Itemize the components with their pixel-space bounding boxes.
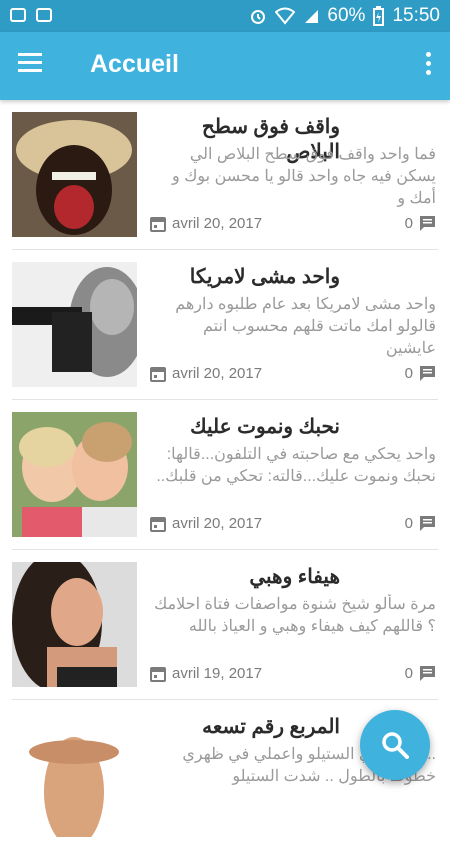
comment-icon [420,366,435,381]
calendar-icon [150,366,166,382]
post-card[interactable]: هيفاء وهبي مرة سألو شيخ شنوة مواصفات فتا… [0,550,450,700]
post-title: واحد مشى لامريكا [189,266,340,288]
clock: 15:50 [392,5,440,26]
comment-icon [420,516,435,531]
search-fab-button[interactable] [360,710,430,780]
post-thumbnail [12,562,137,687]
calendar-icon [150,666,166,682]
post-meta: avril 20, 2017 0 [150,363,436,387]
post-excerpt: فما واحد واقف فوق سطح البلاص الي يسكن في… [172,146,436,207]
search-icon [382,732,409,759]
signal-icon [305,10,319,23]
post-card[interactable]: واقف فوق سطح البلاص فما واحد واقف فوق سط… [0,100,450,250]
comment-icon [420,666,435,681]
notification-camera-icon [36,8,52,22]
calendar-icon [150,516,166,532]
post-date: avril 19, 2017 [172,665,263,682]
post-excerpt: مرة سألو شيخ شنوة مواصفات فتاة احلامك ؟ … [154,596,436,635]
notification-camera-icon [10,8,26,22]
post-meta: avril 20, 2017 0 [150,213,436,237]
post-card[interactable]: نحبك ونموت عليك واحد يحكي مع صاحبته في ا… [0,400,450,550]
battery-percent: 60% [327,5,366,26]
hamburger-menu-icon[interactable] [18,53,44,75]
wifi-icon [275,7,296,25]
page-title: Accueil [90,50,179,78]
comment-count: 0 [404,215,413,232]
post-thumbnail [12,112,137,237]
post-title: هيفاء وهبي [249,566,340,588]
post-date: avril 20, 2017 [172,215,263,232]
post-meta: avril 20, 2017 0 [150,513,436,537]
comment-count: 0 [404,665,413,682]
comment-icon [420,216,435,231]
post-date: avril 20, 2017 [172,365,263,382]
post-meta: avril 19, 2017 0 [150,663,436,687]
post-excerpt: واحد يحكي مع صاحبته في التلفون...قالها: … [156,446,436,485]
post-date: avril 20, 2017 [172,515,263,532]
app-bar: Accueil [0,32,450,100]
post-thumbnail [12,712,137,837]
post-excerpt: واحد مشى لامريكا بعد عام طلبوه دارهم قال… [175,296,436,357]
alarm-icon [251,10,266,24]
post-title: نحبك ونموت عليك [190,416,340,438]
status-bar: 60% 15:50 [0,0,450,32]
post-thumbnail [12,262,137,387]
post-thumbnail [12,412,137,537]
more-vert-icon[interactable] [424,52,432,78]
calendar-icon [150,216,166,232]
battery-charging-icon [373,6,385,26]
comment-count: 0 [404,515,413,532]
comment-count: 0 [404,365,413,382]
post-title: المربع رقم تسعه [202,716,340,738]
post-card[interactable]: واحد مشى لامريكا واحد مشى لامريكا بعد عا… [0,250,450,400]
